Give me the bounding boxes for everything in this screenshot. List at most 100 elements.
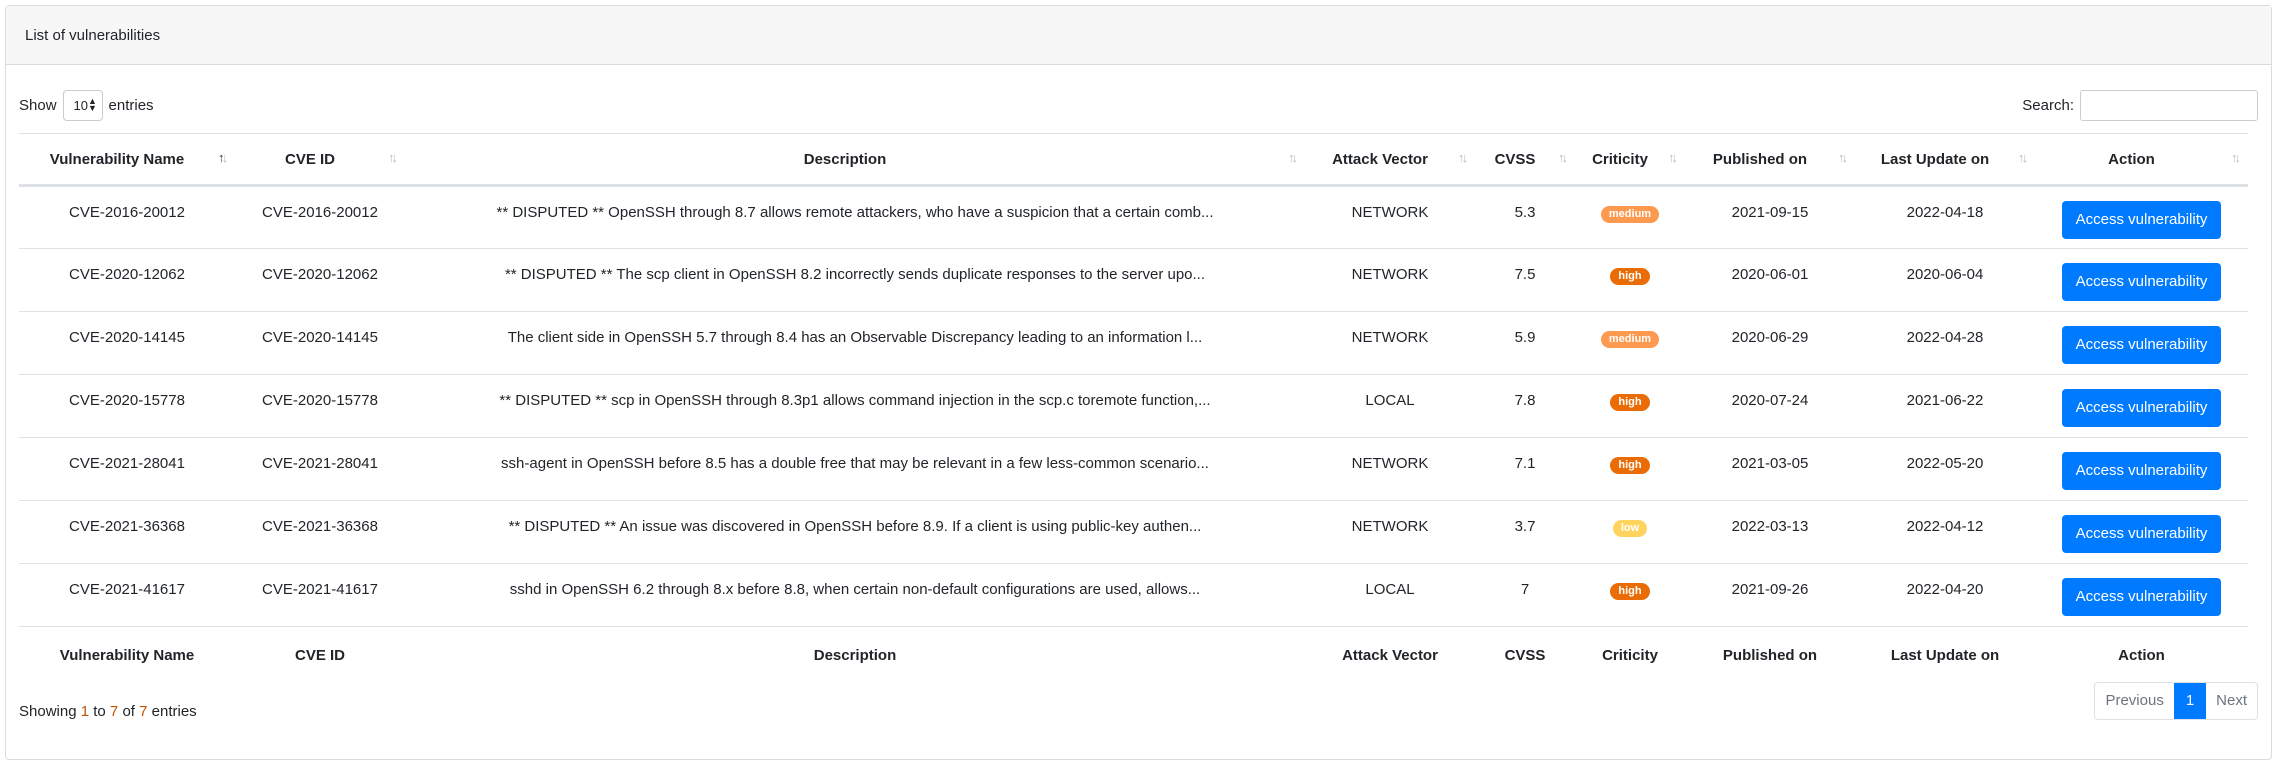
cell-cvss: 7.5 xyxy=(1475,248,1575,312)
cell-name: CVE-2020-14145 xyxy=(19,311,235,375)
search-label: Search: xyxy=(2022,96,2074,114)
cell-published: 2021-03-05 xyxy=(1685,437,1855,501)
table-info: Showing 1 to 7 of 7 entries xyxy=(19,703,197,720)
cell-description: The client side in OpenSSH 5.7 through 8… xyxy=(405,311,1305,375)
info-suffix: entries xyxy=(151,703,197,720)
column-header-published-on[interactable]: Published on ↑↓ xyxy=(1685,133,1855,187)
column-header-label: Vulnerability Name xyxy=(49,150,185,168)
table-row: CVE-2021-41617 CVE-2021-41617 sshd in Open… xyxy=(19,563,2248,627)
cell-cve: CVE-2021-36368 xyxy=(235,500,405,564)
entries-length-control: Show 10 ▲ ▼ entries xyxy=(19,89,154,121)
cell-name: CVE-2020-12062 xyxy=(19,248,235,312)
access-vulnerability-button[interactable]: Access vulnerability xyxy=(2061,389,2222,427)
cell-updated: 2022-04-20 xyxy=(1855,563,2035,627)
cell-description: ** DISPUTED ** scp in OpenSSH through 8.… xyxy=(405,374,1305,438)
column-header-last-update-on[interactable]: Last Update on ↑↓ xyxy=(1855,133,2035,187)
criticity-badge: high xyxy=(1610,268,1650,285)
previous-button[interactable]: Previous xyxy=(2095,683,2173,719)
column-header-action[interactable]: Action ↑↓ xyxy=(2035,133,2248,187)
info-to: 7 xyxy=(109,703,119,720)
cell-criticity: high xyxy=(1575,563,1685,627)
column-footer-attack-vector: Attack Vector xyxy=(1342,647,1438,665)
cell-criticity: high xyxy=(1575,437,1685,501)
column-header-label: CVE ID xyxy=(284,150,335,168)
cell-published: 2022-03-13 xyxy=(1685,500,1855,564)
column-footer-last-update-on: Last Update on xyxy=(1890,647,2000,665)
access-vulnerability-button[interactable]: Access vulnerability xyxy=(2061,452,2222,490)
access-vulnerability-button[interactable]: Access vulnerability xyxy=(2061,200,2222,239)
access-vulnerability-button[interactable]: Access vulnerability xyxy=(2061,263,2222,301)
cell-action: Access vulnerability xyxy=(2035,311,2248,375)
column-header-label: Attack Vector xyxy=(1332,150,1428,168)
show-label: Show xyxy=(19,96,57,114)
column-footer-action: Action xyxy=(2118,647,2165,665)
column-header-criticity[interactable]: Criticity ↑↓ xyxy=(1575,133,1685,187)
cell-action: Access vulnerability xyxy=(2035,563,2248,627)
sort-icon: ↑↓ xyxy=(1458,150,1468,165)
sort-icon: ↑↓ xyxy=(2231,150,2241,165)
table-row: CVE-2021-28041 CVE-2021-28041 ssh-agent in… xyxy=(19,437,2248,501)
info-of-word: of xyxy=(122,703,135,720)
table-row: CVE-2020-15778 CVE-2020-15778 ** DISPUTED … xyxy=(19,374,2248,438)
column-header-cvss[interactable]: CVSS ↑↓ xyxy=(1475,133,1575,187)
cell-published: 2020-06-01 xyxy=(1685,248,1855,312)
table-row: CVE-2020-14145 CVE-2020-14145 The client s… xyxy=(19,311,2248,375)
search-input[interactable] xyxy=(2080,89,2258,121)
access-vulnerability-button[interactable]: Access vulnerability xyxy=(2061,326,2222,364)
sort-icon: ↑↓ xyxy=(388,150,398,165)
cell-criticity: medium xyxy=(1575,185,1685,249)
cell-action: Access vulnerability xyxy=(2035,248,2248,312)
cell-cvss: 7.1 xyxy=(1475,437,1575,501)
cell-cve: CVE-2021-28041 xyxy=(235,437,405,501)
vulnerabilities-table: Vulnerability Name ↑↓ CVE ID ↑↓ Description ↑… xyxy=(19,133,2248,685)
access-vulnerability-button[interactable]: Access vulnerability xyxy=(2061,578,2222,616)
cell-action: Access vulnerability xyxy=(2035,500,2248,564)
sort-icon: ↑↓ xyxy=(1288,150,1298,165)
cell-updated: 2022-04-28 xyxy=(1855,311,2035,375)
criticity-badge: high xyxy=(1610,457,1650,474)
column-footer-published-on: Published on xyxy=(1722,647,1818,665)
column-header-label: Description xyxy=(803,150,887,168)
table-controls: Show 10 ▲ ▼ entries Search: xyxy=(19,88,2258,122)
cell-vector: LOCAL xyxy=(1305,374,1475,438)
criticity-badge: high xyxy=(1610,394,1650,411)
cell-cve: CVE-2020-12062 xyxy=(235,248,405,312)
cell-cve: CVE-2021-41617 xyxy=(235,563,405,627)
cell-published: 2020-07-24 xyxy=(1685,374,1855,438)
cell-criticity: medium xyxy=(1575,311,1685,375)
access-vulnerability-button[interactable]: Access vulnerability xyxy=(2061,515,2222,553)
cell-cve: CVE-2020-14145 xyxy=(235,311,405,375)
cell-vector: NETWORK xyxy=(1305,437,1475,501)
info-from: 1 xyxy=(80,703,90,720)
cell-cve: CVE-2016-20012 xyxy=(235,185,405,249)
column-header-description[interactable]: Description ↑↓ xyxy=(405,133,1305,187)
cell-cve: CVE-2020-15778 xyxy=(235,374,405,438)
column-header-cve-id[interactable]: CVE ID ↑↓ xyxy=(235,133,405,187)
cell-name: CVE-2021-41617 xyxy=(19,563,235,627)
page-1-button[interactable]: 1 xyxy=(2173,683,2207,719)
column-header-label: Criticity xyxy=(1592,150,1648,168)
column-header-vulnerability-name[interactable]: Vulnerability Name ↑↓ xyxy=(19,133,235,187)
criticity-badge: low xyxy=(1612,520,1648,537)
cell-action: Access vulnerability xyxy=(2035,185,2248,249)
cell-cvss: 3.7 xyxy=(1475,500,1575,564)
cell-published: 2020-06-29 xyxy=(1685,311,1855,375)
cell-description: ** DISPUTED ** The scp client in OpenSSH… xyxy=(405,248,1305,312)
table-row: CVE-2021-36368 CVE-2021-36368 ** DISPUTED … xyxy=(19,500,2248,564)
cell-vector: NETWORK xyxy=(1305,185,1475,249)
cell-updated: 2022-04-12 xyxy=(1855,500,2035,564)
entries-length-select[interactable]: 10 ▲ ▼ xyxy=(62,89,103,121)
pagination: Previous 1 Next xyxy=(2094,682,2258,720)
cell-action: Access vulnerability xyxy=(2035,374,2248,438)
next-button[interactable]: Next xyxy=(2206,683,2257,719)
info-total: 7 xyxy=(139,703,148,720)
cell-vector: NETWORK xyxy=(1305,248,1475,312)
table-row: CVE-2020-12062 CVE-2020-12062 ** DISPUTED … xyxy=(19,248,2248,312)
column-header-label: Published on xyxy=(1712,150,1808,168)
cell-cvss: 5.3 xyxy=(1475,185,1575,249)
cell-updated: 2022-04-18 xyxy=(1855,185,2035,249)
entries-length-value: 10 xyxy=(73,97,88,113)
cell-action: Access vulnerability xyxy=(2035,437,2248,501)
column-header-attack-vector[interactable]: Attack Vector ↑↓ xyxy=(1305,133,1475,187)
cell-description: sshd in OpenSSH 6.2 through 8.x before 8… xyxy=(405,563,1305,627)
